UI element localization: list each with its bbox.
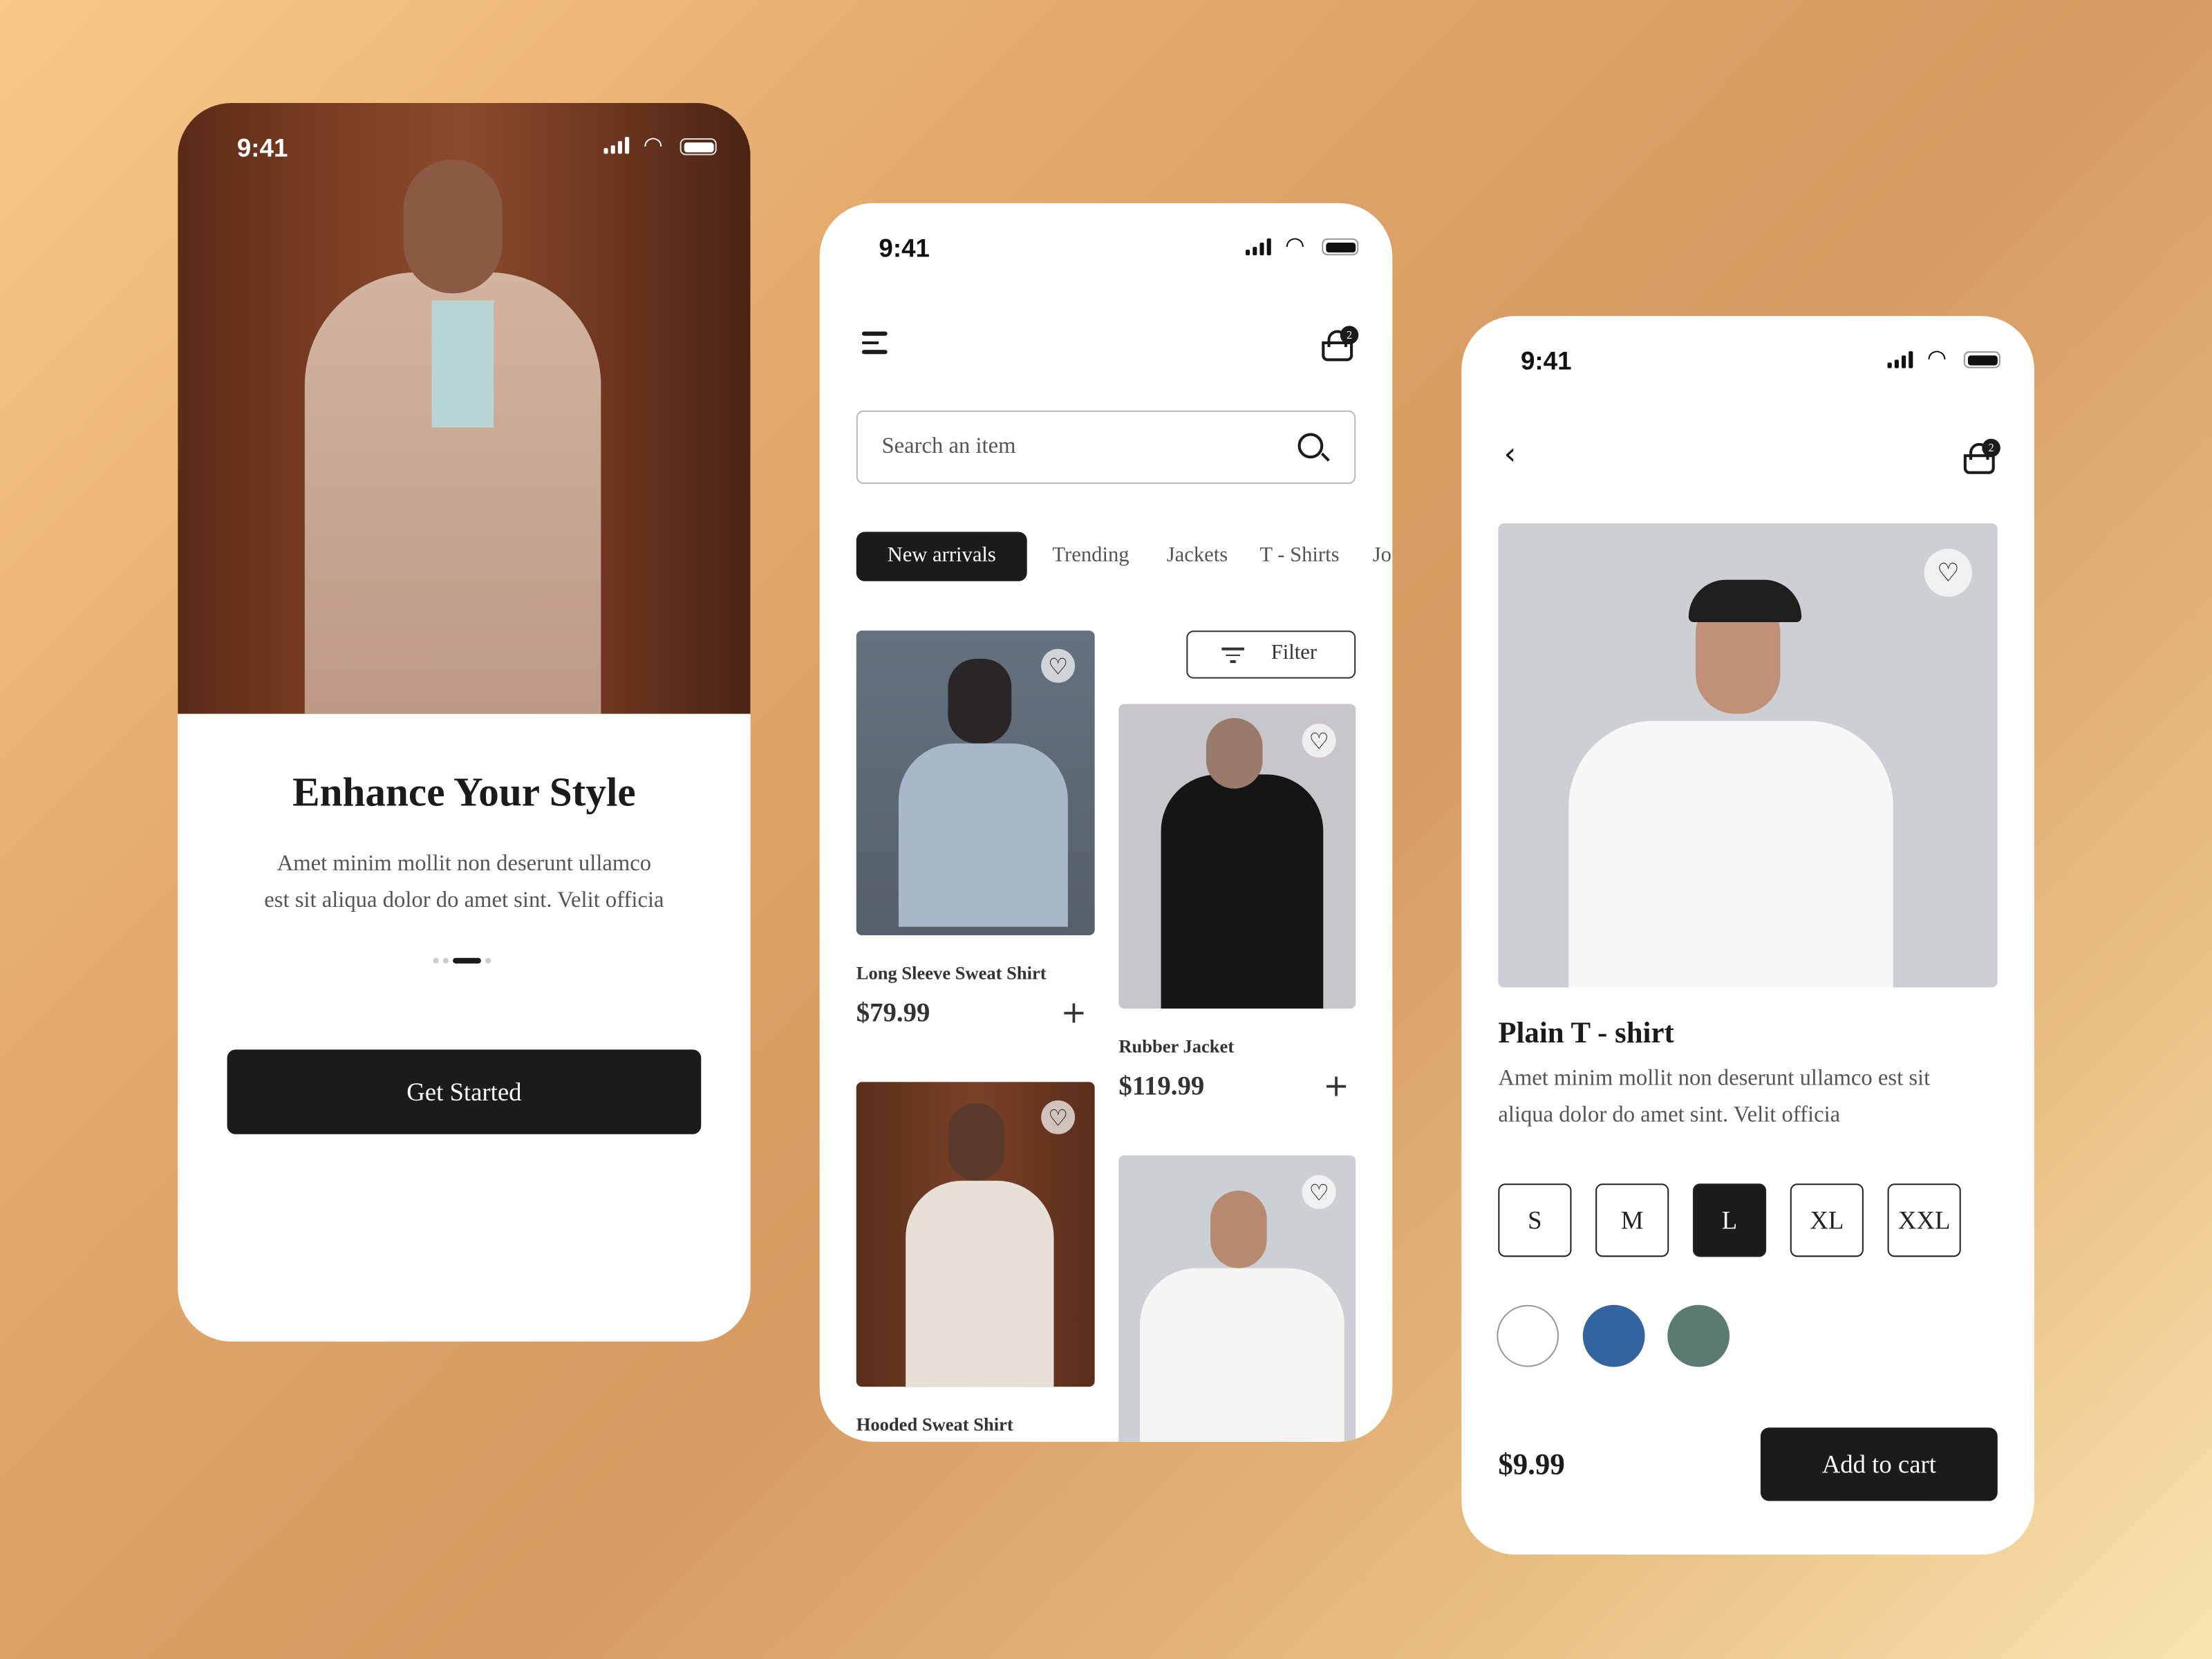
signal-icon <box>1246 238 1271 256</box>
size-s[interactable]: S <box>1498 1183 1572 1257</box>
onboarding-body-2: est sit aliqua dolor do amet sint. Velit… <box>264 888 664 913</box>
search-icon[interactable] <box>1297 433 1330 462</box>
onboarding-title: Enhance Your Style <box>292 770 636 816</box>
product-name[interactable]: Long Sleeve Sweat Shirt <box>856 962 1047 985</box>
tab-jackets[interactable]: Jackets <box>1167 545 1228 569</box>
product-photo: ♡ <box>1498 523 1998 988</box>
tab-new-arrivals[interactable]: New arrivals <box>856 532 1027 581</box>
add-icon[interactable]: + <box>1323 1071 1349 1103</box>
product-image[interactable]: ♡ <box>856 630 1095 936</box>
size-m[interactable]: M <box>1595 1183 1669 1257</box>
color-swatch-green[interactable] <box>1667 1304 1730 1367</box>
battery-icon <box>1963 351 2000 368</box>
add-to-cart-button[interactable]: Add to cart <box>1760 1427 1998 1501</box>
battery-icon <box>1322 238 1359 256</box>
tab-t-shirts[interactable]: T - Shirts <box>1259 545 1339 569</box>
size-xxl[interactable]: XXL <box>1887 1183 1961 1257</box>
color-swatch-white[interactable] <box>1497 1304 1559 1367</box>
product-price: $79.99 <box>856 998 930 1029</box>
wifi-icon: ◠ <box>643 131 664 158</box>
filter-button[interactable]: Filter <box>1186 630 1356 679</box>
cart-icon[interactable]: 2 <box>1319 326 1359 364</box>
signal-icon <box>603 136 630 154</box>
hero-photo <box>178 102 751 714</box>
wifi-icon: ◠ <box>1927 344 1947 371</box>
cart-icon[interactable]: 2 <box>1961 438 2000 477</box>
status-bar: 9:41 ◠ <box>1461 316 2034 400</box>
battery-icon <box>679 138 717 156</box>
product-name[interactable]: Rubber Jacket <box>1118 1035 1234 1058</box>
status-time: 9:41 <box>236 133 288 162</box>
back-icon[interactable]: ‹ <box>1503 438 1516 473</box>
product-name[interactable]: Hooded Sweat Shirt <box>856 1414 1013 1436</box>
search-input[interactable]: Search an item <box>856 410 1356 484</box>
filter-label: Filter <box>1271 641 1318 665</box>
status-bar: 9:41 ◠ <box>178 103 751 187</box>
onboarding-body-1: Amet minim mollit non deserunt ullamco <box>276 852 652 877</box>
status-bar: 9:41 ◠ <box>820 203 1393 288</box>
favorite-icon[interactable]: ♡ <box>1302 1174 1336 1209</box>
status-time: 9:41 <box>1520 347 1572 375</box>
product-title: Plain T - shirt <box>1498 1015 1674 1050</box>
tab-trending[interactable]: Trending <box>1052 545 1129 569</box>
product-price: $119.99 <box>1118 1072 1205 1102</box>
size-l[interactable]: L <box>1692 1183 1767 1257</box>
page-indicator[interactable] <box>433 957 491 964</box>
product-desc-1: Amet minim mollit non deserunt ullamco e… <box>1498 1066 1931 1091</box>
cart-badge: 2 <box>1340 326 1359 344</box>
product-image[interactable]: ♡ <box>856 1082 1095 1387</box>
menu-icon[interactable] <box>861 331 890 354</box>
favorite-icon[interactable]: ♡ <box>1924 548 1973 597</box>
product-price: $9.99 <box>1498 1447 1565 1481</box>
size-xl[interactable]: XL <box>1790 1183 1864 1257</box>
catalog-screen: 9:41 ◠ 2 Search an item New arrivals Tre… <box>819 203 1393 1442</box>
color-swatch-blue[interactable] <box>1582 1304 1645 1367</box>
favorite-icon[interactable]: ♡ <box>1302 723 1336 758</box>
favorite-icon[interactable]: ♡ <box>1041 1100 1076 1134</box>
tab-more[interactable]: Jo <box>1373 545 1391 569</box>
search-placeholder: Search an item <box>881 434 1016 459</box>
status-time: 9:41 <box>879 234 930 263</box>
favorite-icon[interactable]: ♡ <box>1041 648 1076 683</box>
get-started-button[interactable]: Get Started <box>227 1049 702 1134</box>
cart-badge: 2 <box>1982 438 2000 458</box>
product-image[interactable]: ♡ <box>1118 704 1356 1009</box>
add-icon[interactable]: + <box>1061 998 1087 1030</box>
onboarding-screen: 9:41 ◠ Enhance Your Style Amet minim mol… <box>178 102 751 1342</box>
signal-icon <box>1887 351 1913 368</box>
wifi-icon: ◠ <box>1285 231 1305 259</box>
product-desc-2: aliqua dolor do amet sint. Velit officia <box>1498 1103 1841 1127</box>
filter-icon <box>1221 647 1244 663</box>
product-detail-screen: 9:41 ◠ ‹ 2 ♡ Plain T - shirt Amet minim … <box>1461 316 2034 1555</box>
product-image[interactable]: ♡ <box>1118 1155 1356 1442</box>
